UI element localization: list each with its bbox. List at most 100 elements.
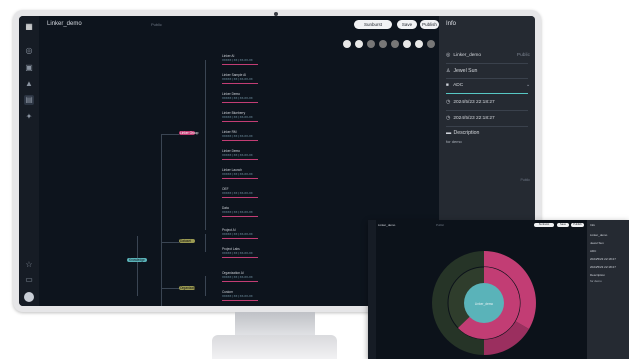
window-info-heading: Info [590, 223, 596, 227]
leaf-underline [222, 140, 258, 141]
connector [137, 236, 138, 296]
sunburst-chart[interactable]: Linker_demo [418, 245, 553, 359]
leaf-meta: XXXXX | XX | XX-XX-XX [222, 58, 253, 62]
info-owner-row: ♙ Jewel Sun [446, 68, 530, 74]
leaf-underline [222, 178, 258, 179]
window-view-label: Sunburst [538, 223, 550, 226]
filter-icon[interactable] [367, 40, 375, 48]
info-name: Linker_demo [453, 53, 482, 58]
leaf-meta: XXXXX | XX | XX-XX-XX [222, 153, 253, 157]
page-visibility: Public [151, 22, 162, 27]
info-name-suffix: Public [516, 53, 530, 58]
connector [205, 276, 206, 296]
info-footer: Public [520, 178, 530, 182]
publish-button[interactable]: Publish [420, 20, 439, 29]
grid-icon[interactable]: ▦ [24, 22, 34, 32]
avatar[interactable] [24, 292, 34, 302]
window-publish-button[interactable]: Publish [571, 223, 584, 227]
leaf-meta: XXXXX | XX | XX-XX-XX [222, 251, 253, 255]
leaf-underline [222, 83, 258, 84]
window-view-button[interactable]: Sunburst [534, 223, 554, 227]
clock-icon: ◷ [446, 100, 451, 105]
leaf-meta: XXXXX | XX | XX-XX-XX [222, 134, 253, 138]
document-icon[interactable]: ▤ [24, 95, 34, 105]
style-icon[interactable] [391, 40, 399, 48]
lightbulb-icon[interactable]: ✦ [24, 112, 34, 122]
leaf-underline [222, 300, 258, 301]
window-save-label: Save [560, 223, 566, 226]
window-info-group: ADC [590, 249, 597, 253]
window-info-name: Linker_demo [590, 233, 608, 237]
root-label: Knowledge [129, 258, 145, 262]
window-publish-label: Publish [573, 223, 582, 226]
chevron-down-icon: ⌄ [525, 83, 530, 88]
leaf-underline [222, 64, 258, 65]
globe-icon[interactable]: ◎ [24, 46, 34, 56]
save-label: Save [401, 22, 413, 27]
window-info-updated: 2024/5/23 22:18:27 [590, 265, 616, 269]
info-updated: 2024/5/23 22:18:27 [453, 116, 495, 121]
info-description-header: ▬ Description [446, 130, 530, 136]
window-title: Linker_demo [378, 223, 396, 227]
more-icon[interactable] [427, 40, 435, 48]
layout-icon[interactable] [379, 40, 387, 48]
description-text[interactable]: for demo [446, 139, 530, 144]
connector [205, 60, 206, 230]
leaf-underline [222, 121, 258, 122]
divider [446, 63, 528, 64]
leaf-underline [222, 281, 258, 282]
branch-label: Organization [180, 286, 199, 290]
info-group-select[interactable]: ■ ADC ⌄ [446, 83, 530, 88]
sunburst-center-label: Linker_demo [475, 302, 494, 306]
folder-icon[interactable]: ▭ [24, 275, 34, 285]
info-name-row: ◎ Linker_demo Public [446, 53, 530, 58]
expand-icon[interactable] [343, 40, 351, 48]
info-created: 2024/5/23 22:18:27 [453, 100, 495, 105]
leaf-meta: XXXXX | XX | XX-XX-XX [222, 191, 253, 195]
info-group: ADC [453, 83, 464, 88]
edit-icon[interactable] [355, 40, 363, 48]
window-info-panel: Info Linker_demo Jewel Sun ADC 2024/5/23… [587, 220, 629, 359]
leaf-underline [222, 159, 258, 160]
save-button[interactable]: Save [397, 20, 417, 29]
info-circle-icon: ◎ [446, 53, 451, 58]
window-info-created: 2024/5/23 22:18:27 [590, 257, 616, 261]
connector [161, 134, 162, 306]
group-icon: ■ [446, 83, 449, 88]
divider [446, 110, 528, 111]
monitor-stand-base [212, 335, 337, 359]
top-bar: Linker_demo Public Sunburst Save Publish [39, 16, 439, 36]
leaf-meta: XXXXX | XX | XX-XX-XX [222, 294, 253, 298]
window-subtitle: Public [436, 223, 445, 227]
branch-label: Linker Group [180, 131, 199, 135]
leaf-meta: XXXXX | XX | XX-XX-XX [222, 77, 253, 81]
divider [446, 78, 528, 79]
connector [161, 288, 179, 289]
leaf-underline [222, 257, 258, 258]
branch-label: Dataset [180, 239, 191, 243]
zoom-out-icon[interactable] [415, 40, 423, 48]
connector [161, 242, 179, 243]
star-icon[interactable]: ☆ [24, 260, 34, 270]
info-updated-row: ◷ 2024/5/23 22:18:27 [446, 116, 530, 121]
layers-icon[interactable]: ▣ [24, 63, 34, 73]
publish-label: Publish [422, 22, 437, 27]
window-info-description: for demo [590, 279, 602, 283]
info-heading: Info [446, 21, 457, 27]
page-title: Linker_demo [47, 21, 82, 27]
window-save-button[interactable]: Save [557, 223, 569, 227]
leaf-underline [222, 216, 258, 217]
window-info-owner: Jewel Sun [590, 241, 604, 245]
user-icon: ♙ [446, 68, 451, 74]
left-sidebar: ▦ ◎ ▣ ▲ ▤ ✦ ☆ ▭ [19, 16, 39, 306]
group-underline [446, 93, 528, 94]
view-mode-label: Sunburst [363, 22, 382, 27]
zoom-in-icon[interactable] [403, 40, 411, 48]
leaf-underline [222, 102, 258, 103]
leaf-underline [222, 238, 258, 239]
leaf-meta: XXXXX | XX | XX-XX-XX [222, 275, 253, 279]
shapes-icon[interactable]: ▲ [24, 79, 34, 89]
leaf-underline [222, 197, 258, 198]
connector [205, 234, 206, 252]
view-mode-select[interactable]: Sunburst [354, 20, 392, 29]
